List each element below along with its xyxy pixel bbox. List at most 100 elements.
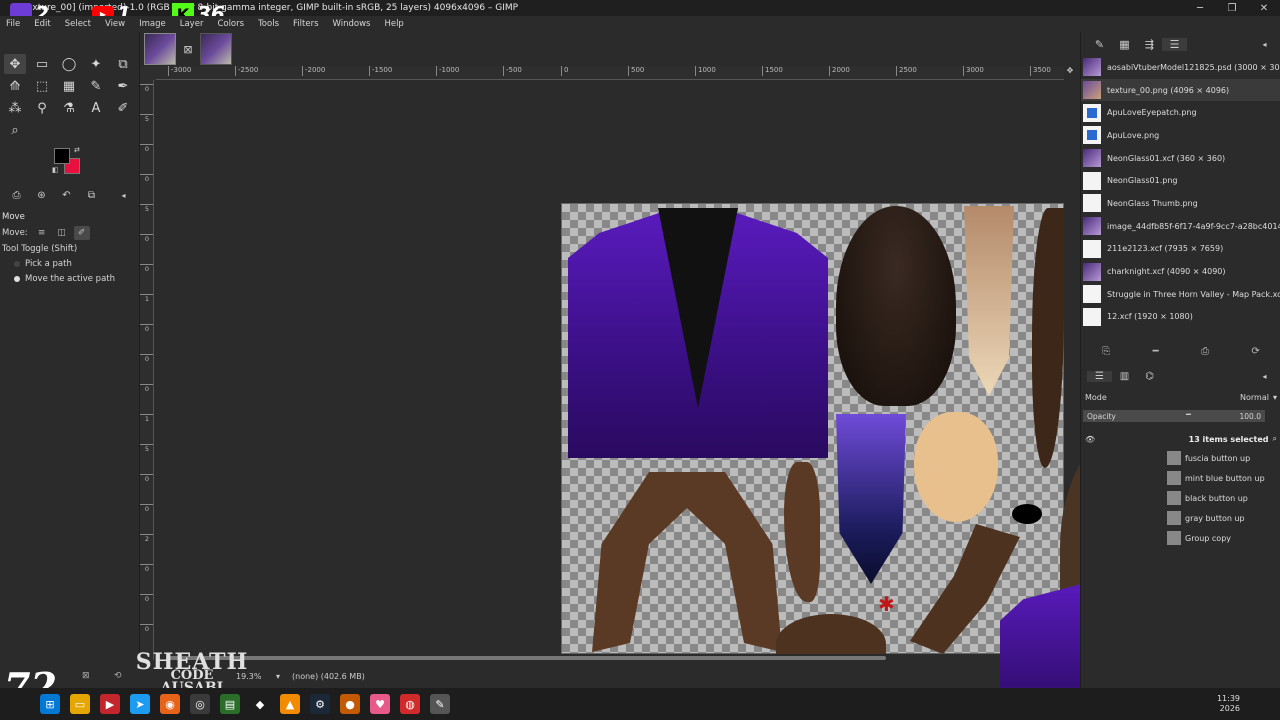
vtuber-app-icon[interactable]: ♥ [370, 694, 390, 714]
image-list-item[interactable]: ApuLove.png [1081, 124, 1280, 147]
menu-edit[interactable]: Edit [34, 19, 50, 29]
layers-tab-icon[interactable]: ☰ [1087, 370, 1112, 382]
layer-row[interactable]: Group copy [1081, 528, 1280, 548]
swap-colors-icon[interactable]: ⇄ [74, 146, 80, 154]
opacity-decrease-icon[interactable]: ━ [1186, 410, 1191, 419]
zoom-tool-icon[interactable]: ⌕ [4, 120, 26, 140]
radio-button-selected[interactable] [14, 276, 20, 282]
device-status-tab-icon[interactable]: ⊛ [29, 190, 54, 201]
vlc-icon[interactable]: ▲ [280, 694, 300, 714]
images-list-tab-icon[interactable]: ☰ [1162, 37, 1187, 51]
move-selection-icon[interactable]: ◫ [54, 226, 70, 240]
layer-row[interactable]: black button up [1081, 488, 1280, 508]
image-list-item[interactable]: charknight.xcf (4090 × 4090) [1081, 260, 1280, 283]
image-canvas[interactable]: ✱ [561, 203, 1064, 654]
image-tab-texture[interactable] [144, 33, 176, 65]
eraser-tool-icon[interactable]: ✒ [112, 76, 134, 96]
close-window-button[interactable]: ✕ [1248, 3, 1280, 14]
image-list-item[interactable]: aosabiVtuberModel121825.psd (3000 × 3000… [1081, 56, 1280, 79]
file-explorer-icon[interactable]: ▭ [70, 694, 90, 714]
images-tab-icon[interactable]: ⧉ [79, 190, 104, 201]
telegram-icon[interactable]: ➤ [130, 694, 150, 714]
warp-tool-icon[interactable]: ⬚ [31, 76, 53, 96]
menu-select[interactable]: Select [65, 19, 91, 29]
gradient-tool-icon[interactable]: ▦ [58, 76, 80, 96]
menu-file[interactable]: File [6, 19, 20, 29]
patterns-tab-icon[interactable]: ▦ [1112, 38, 1137, 51]
image-list-item[interactable]: Struggle in Three Horn Valley - Map Pack… [1081, 283, 1280, 306]
heal-tool-icon[interactable]: ⁂ [4, 98, 26, 118]
media-app-icon[interactable]: ▶ [100, 694, 120, 714]
layer-search-icon[interactable]: ⌕ [1273, 434, 1277, 444]
menu-filters[interactable]: Filters [293, 19, 318, 29]
color-picker-tool-icon[interactable]: ✐ [112, 98, 134, 118]
horizontal-ruler[interactable]: -3000 -2500 -2000 -1500 -1000 -500 0 500… [156, 66, 1064, 80]
steam-icon[interactable]: ⚙ [310, 694, 330, 714]
new-display-icon[interactable]: ⎙ [1201, 346, 1209, 357]
mode-dropdown-icon[interactable]: ▾ [1273, 393, 1277, 402]
text-tool-icon[interactable]: A [85, 98, 107, 118]
channels-tab-icon[interactable]: ▥ [1112, 371, 1137, 382]
move-active-path-option[interactable]: Move the active path [0, 274, 140, 284]
foreground-color[interactable] [54, 148, 70, 164]
dock-menu-icon[interactable]: ◂ [1252, 40, 1277, 49]
image-tab-close-icon[interactable]: ⊠ [180, 43, 196, 56]
menu-tools[interactable]: Tools [258, 19, 279, 29]
settings-app-icon[interactable]: ◆ [250, 694, 270, 714]
layer-row[interactable]: gray button up [1081, 508, 1280, 528]
browser-icon[interactable]: ◉ [160, 694, 180, 714]
image-list-item[interactable]: 211e2123.xcf (7935 × 7659) [1081, 238, 1280, 261]
move-tool-icon[interactable]: ✥ [4, 54, 26, 74]
image-list-item[interactable]: image_44dfb85f-6f17-4a9f-9cc7-a28bc40142… [1081, 215, 1280, 238]
gimp-icon[interactable]: ✎ [430, 694, 450, 714]
mode-select[interactable]: Normal [1240, 393, 1269, 402]
fuzzy-select-tool-icon[interactable]: ✦ [85, 54, 107, 74]
minimize-button[interactable]: ─ [1184, 3, 1216, 14]
zoom-dropdown-icon[interactable]: ▾ [276, 672, 280, 681]
move-path-icon[interactable]: ✐ [73, 226, 90, 240]
start-icon[interactable]: ⊞ [40, 694, 60, 714]
vertical-ruler[interactable]: 0 5 0 0 5 0 0 1 0 0 0 1 5 0 0 2 0 0 0 [140, 80, 154, 660]
image-list-item[interactable]: NeonGlass01.png [1081, 169, 1280, 192]
chrome-icon[interactable]: ◍ [400, 694, 420, 714]
menu-help[interactable]: Help [384, 19, 403, 29]
smudge-tool-icon[interactable]: ⚲ [31, 98, 53, 118]
refresh-icon[interactable]: ⟳ [1251, 346, 1259, 357]
undo-history-tab-icon[interactable]: ↶ [54, 190, 79, 201]
crop-tool-icon[interactable]: ⧉ [112, 54, 134, 74]
opacity-value[interactable]: 100.0 [1240, 412, 1261, 421]
move-layer-icon[interactable]: ≡ [34, 226, 50, 240]
navigate-icon[interactable]: ✥ [1064, 66, 1076, 80]
layer-row[interactable]: fuscia button up [1081, 448, 1280, 468]
tab-menu-icon[interactable]: ◂ [111, 191, 136, 200]
scrollbar-thumb[interactable] [166, 656, 886, 660]
image-list-item[interactable]: ApuLoveEyepatch.png [1081, 101, 1280, 124]
obs-icon[interactable]: ◎ [190, 694, 210, 714]
canvas-area[interactable]: ✱ [156, 80, 1064, 654]
notes-app-icon[interactable]: ▤ [220, 694, 240, 714]
layer-row[interactable]: mint blue button up [1081, 468, 1280, 488]
menu-layer[interactable]: Layer [180, 19, 204, 29]
menu-image[interactable]: Image [139, 19, 166, 29]
brushes-tab-icon[interactable]: ✎ [1087, 38, 1112, 51]
layer-mode-row[interactable]: Mode Normal ▾ [1085, 390, 1277, 404]
pick-path-option[interactable]: Pick a path [0, 259, 140, 269]
transform-tool-icon[interactable]: ⟰ [4, 76, 26, 96]
rect-select-tool-icon[interactable]: ▭ [31, 54, 53, 74]
image-tab-model[interactable] [200, 33, 232, 65]
lasso-tool-icon[interactable]: ◯ [58, 54, 80, 74]
menu-colors[interactable]: Colors [217, 19, 244, 29]
images-list[interactable]: aosabiVtuberModel121825.psd (3000 × 3000… [1081, 56, 1280, 340]
image-list-item[interactable]: texture_00.png (4096 × 4096) [1081, 78, 1280, 102]
radio-button[interactable] [14, 261, 20, 267]
tool-options-tab-icon[interactable]: ⎙ [4, 190, 29, 201]
horizontal-scrollbar[interactable] [156, 654, 1064, 662]
layers-menu-icon[interactable]: ◂ [1252, 372, 1277, 381]
image-list-item[interactable]: 12.xcf (1920 × 1080) [1081, 306, 1280, 329]
paths-tab-icon[interactable]: ⌬ [1137, 371, 1162, 382]
remove-image-icon[interactable]: ━ [1153, 346, 1159, 357]
clock[interactable]: 11:39 2026 [1217, 694, 1240, 714]
raise-view-icon[interactable]: ⎘ [1102, 346, 1110, 357]
menu-windows[interactable]: Windows [333, 19, 371, 29]
maximize-button[interactable]: ❐ [1216, 3, 1248, 14]
